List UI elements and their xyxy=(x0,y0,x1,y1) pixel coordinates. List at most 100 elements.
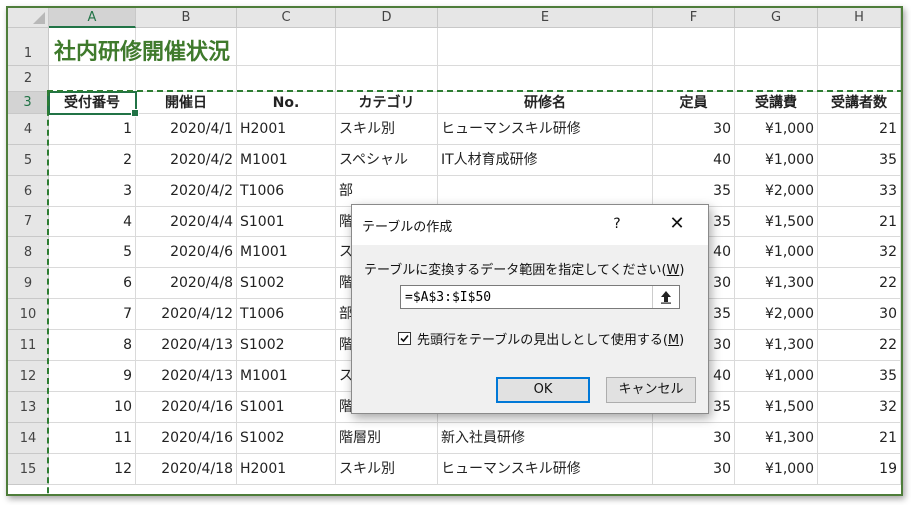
table-cell[interactable]: 2020/4/12 xyxy=(136,299,237,330)
table-cell[interactable]: 部 xyxy=(336,176,438,207)
cell-a2[interactable] xyxy=(49,66,136,92)
table-header-cell[interactable]: 受講者数 xyxy=(818,92,901,114)
table-cell[interactable]: 階層別 xyxy=(336,423,438,454)
row-header-14[interactable]: 14 xyxy=(8,423,49,454)
table-cell[interactable]: 8 xyxy=(49,330,136,361)
table-cell[interactable]: 新入社員研修 xyxy=(438,423,653,454)
table-cell[interactable]: T1006 xyxy=(237,176,336,207)
column-header-c[interactable]: C xyxy=(237,8,336,28)
table-cell[interactable]: 19 xyxy=(818,454,901,485)
table-cell[interactable]: 6 xyxy=(49,268,136,299)
table-cell[interactable]: ヒューマンスキル研修 xyxy=(438,114,653,145)
table-cell[interactable]: T1006 xyxy=(237,299,336,330)
row-header-2[interactable]: 2 xyxy=(8,66,49,92)
table-cell[interactable]: 35 xyxy=(818,361,901,392)
table-cell[interactable]: ¥2,000 xyxy=(735,299,818,330)
table-header-cell[interactable]: 研修名 xyxy=(438,92,653,114)
table-cell[interactable]: S1002 xyxy=(237,330,336,361)
table-cell[interactable]: 2020/4/16 xyxy=(136,392,237,423)
table-cell[interactable]: M1001 xyxy=(237,361,336,392)
table-cell[interactable]: 22 xyxy=(818,330,901,361)
table-cell[interactable]: 12 xyxy=(49,454,136,485)
table-cell[interactable]: スキル別 xyxy=(336,454,438,485)
fill-handle[interactable] xyxy=(131,109,139,117)
table-cell[interactable]: ¥1,300 xyxy=(735,423,818,454)
column-header-h[interactable]: H xyxy=(818,8,901,28)
table-cell[interactable]: 21 xyxy=(818,207,901,237)
table-cell[interactable]: ¥1,300 xyxy=(735,268,818,299)
cell-e2[interactable] xyxy=(438,66,653,92)
table-cell[interactable]: ¥2,000 xyxy=(735,176,818,207)
column-header-e[interactable]: E xyxy=(438,8,653,28)
table-cell[interactable]: 7 xyxy=(49,299,136,330)
cell-e1[interactable] xyxy=(438,28,653,66)
table-cell[interactable]: 2020/4/13 xyxy=(136,361,237,392)
table-cell[interactable]: 1 xyxy=(49,114,136,145)
table-header-cell[interactable]: カテゴリ xyxy=(336,92,438,114)
table-cell[interactable]: 11 xyxy=(49,423,136,454)
table-cell[interactable]: M1001 xyxy=(237,145,336,176)
row-header-15[interactable]: 15 xyxy=(8,454,49,485)
row-header-1[interactable]: 1 xyxy=(8,28,49,66)
table-cell[interactable]: ¥1,500 xyxy=(735,392,818,423)
row-header-9[interactable]: 9 xyxy=(8,268,49,299)
table-header-cell[interactable]: No. xyxy=(237,92,336,114)
table-cell[interactable]: 21 xyxy=(818,423,901,454)
table-header-cell[interactable]: 受講費 xyxy=(735,92,818,114)
table-cell[interactable]: ¥1,000 xyxy=(735,114,818,145)
table-cell[interactable]: 30 xyxy=(818,299,901,330)
column-header-g[interactable]: G xyxy=(735,8,818,28)
table-cell[interactable]: 2020/4/4 xyxy=(136,207,237,237)
cell-c1[interactable] xyxy=(237,28,336,66)
table-header-cell[interactable]: 定員 xyxy=(653,92,735,114)
cell-d2[interactable] xyxy=(336,66,438,92)
cell-g1[interactable] xyxy=(735,28,818,66)
table-cell[interactable]: 2020/4/18 xyxy=(136,454,237,485)
row-header-6[interactable]: 6 xyxy=(8,176,49,207)
ok-button[interactable]: OK xyxy=(496,377,590,403)
select-all-button[interactable] xyxy=(8,8,49,28)
column-header-b[interactable]: B xyxy=(136,8,237,28)
column-header-a[interactable]: A xyxy=(49,8,136,28)
table-cell[interactable]: 22 xyxy=(818,268,901,299)
collapse-dialog-button[interactable] xyxy=(652,286,679,308)
cell-f1[interactable] xyxy=(653,28,735,66)
cell-h2[interactable] xyxy=(818,66,901,92)
help-button[interactable]: ? xyxy=(606,213,628,235)
table-cell[interactable]: 3 xyxy=(49,176,136,207)
column-header-f[interactable]: F xyxy=(653,8,735,28)
table-cell[interactable]: 4 xyxy=(49,207,136,237)
table-cell[interactable]: M1001 xyxy=(237,237,336,268)
table-cell[interactable]: スペシャル xyxy=(336,145,438,176)
table-cell[interactable]: 2 xyxy=(49,145,136,176)
row-header-3[interactable]: 3 xyxy=(8,92,49,114)
column-header-d[interactable]: D xyxy=(336,8,438,28)
table-cell[interactable]: IT人材育成研修 xyxy=(438,145,653,176)
table-cell[interactable]: 2020/4/8 xyxy=(136,268,237,299)
row-header-8[interactable]: 8 xyxy=(8,237,49,268)
table-cell[interactable]: 40 xyxy=(653,145,735,176)
table-cell[interactable]: ¥1,000 xyxy=(735,237,818,268)
table-cell[interactable]: 2020/4/16 xyxy=(136,423,237,454)
table-cell[interactable]: 32 xyxy=(818,392,901,423)
table-cell[interactable]: 10 xyxy=(49,392,136,423)
table-cell[interactable]: スキル別 xyxy=(336,114,438,145)
table-cell[interactable]: 35 xyxy=(818,145,901,176)
table-cell[interactable]: ¥1,500 xyxy=(735,207,818,237)
table-cell[interactable]: S1002 xyxy=(237,423,336,454)
table-cell[interactable]: 32 xyxy=(818,237,901,268)
header-row-checkbox-row[interactable]: 先頭行をテーブルの見出しとして使用する(M) xyxy=(398,329,684,348)
table-cell[interactable]: S1002 xyxy=(237,268,336,299)
row-header-13[interactable]: 13 xyxy=(8,392,49,423)
table-cell[interactable]: 9 xyxy=(49,361,136,392)
header-row-checkbox[interactable] xyxy=(398,332,411,345)
table-cell[interactable]: 2020/4/1 xyxy=(136,114,237,145)
table-cell[interactable]: 30 xyxy=(653,423,735,454)
table-cell[interactable]: 30 xyxy=(653,114,735,145)
row-header-11[interactable]: 11 xyxy=(8,330,49,361)
table-cell[interactable]: ¥1,300 xyxy=(735,330,818,361)
table-cell[interactable]: 2020/4/2 xyxy=(136,176,237,207)
row-header-5[interactable]: 5 xyxy=(8,145,49,176)
row-header-7[interactable]: 7 xyxy=(8,207,49,237)
table-cell[interactable]: 33 xyxy=(818,176,901,207)
